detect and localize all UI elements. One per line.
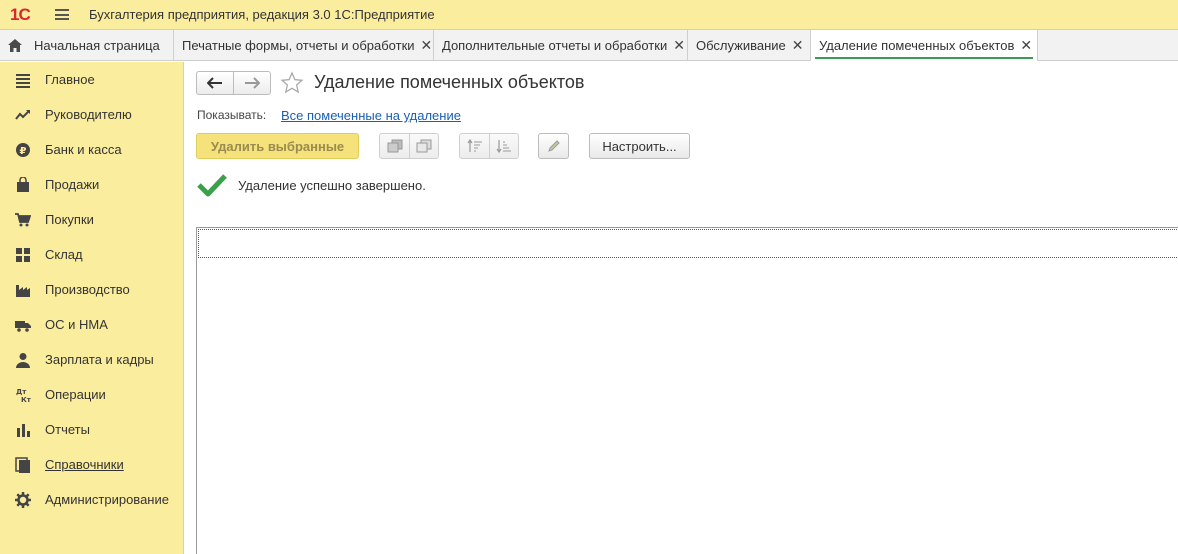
truck-icon — [15, 321, 31, 332]
sort-asc-icon — [467, 139, 482, 152]
favorite-star-icon[interactable] — [280, 71, 304, 95]
sidebar-item-label: Продажи — [45, 177, 100, 192]
bar-chart-icon — [17, 424, 30, 437]
svg-text:Дт: Дт — [16, 388, 27, 396]
sidebar-item-catalogs[interactable]: Справочники — [0, 447, 184, 482]
sidebar-item-label: Производство — [45, 282, 130, 297]
close-icon[interactable]: ✕ — [673, 37, 685, 54]
sidebar-item-manager[interactable]: Руководителю — [0, 97, 184, 132]
app-title: Бухгалтерия предприятия, редакция 3.0 1С… — [89, 7, 435, 22]
tab-label: Дополнительные отчеты и обработки — [442, 38, 668, 53]
sidebar-item-main[interactable]: Главное — [0, 62, 184, 97]
person-icon — [16, 353, 30, 368]
sidebar-item-label: Администрирование — [45, 492, 169, 507]
sort-descending-button[interactable] — [489, 134, 518, 158]
tab-bar: Начальная страница Печатные формы, отчет… — [0, 30, 1178, 61]
arrow-right-icon — [244, 77, 260, 89]
sidebar-item-reports[interactable]: Отчеты — [0, 412, 184, 447]
sort-ascending-button[interactable] — [460, 134, 489, 158]
copy-check-icon — [387, 139, 402, 153]
sort-desc-icon — [496, 140, 511, 153]
pencil-icon — [547, 140, 560, 152]
copy-uncheck-icon — [416, 139, 432, 153]
sidebar-item-label: Склад — [45, 247, 83, 262]
books-icon — [15, 457, 30, 473]
close-icon[interactable]: ✕ — [1020, 37, 1032, 54]
sidebar-item-label: Операции — [45, 387, 106, 402]
marked-objects-table[interactable] — [196, 227, 1178, 554]
sidebar: Главное Руководителю ₽ Банк и касса Прод… — [0, 62, 184, 554]
tab-maintenance[interactable]: Обслуживание ✕ — [688, 30, 811, 61]
tab-print-forms[interactable]: Печатные формы, отчеты и обработки ✕ — [174, 30, 434, 61]
sidebar-item-sales[interactable]: Продажи — [0, 167, 184, 202]
sidebar-item-label: Банк и касса — [45, 142, 122, 157]
sidebar-item-label: ОС и НМА — [45, 317, 108, 332]
sidebar-item-warehouse[interactable]: Склад — [0, 237, 184, 272]
table-row[interactable] — [198, 229, 1178, 258]
sidebar-item-label: Руководителю — [45, 107, 132, 122]
sidebar-item-fixed-assets[interactable]: ОС и НМА — [0, 307, 184, 342]
copy-check-button[interactable] — [380, 134, 409, 158]
sidebar-item-admin[interactable]: Администрирование — [0, 482, 184, 517]
title-bar: 1С Бухгалтерия предприятия, редакция 3.0… — [0, 0, 1178, 30]
gear-icon — [15, 492, 31, 508]
close-icon[interactable]: ✕ — [421, 37, 433, 54]
sort-button-group — [459, 133, 519, 159]
edit-button[interactable] — [538, 133, 569, 159]
sidebar-item-label: Справочники — [45, 457, 124, 472]
back-button[interactable] — [197, 72, 234, 94]
sidebar-item-label: Покупки — [45, 212, 94, 227]
history-navigation — [196, 71, 271, 95]
shopping-cart-icon — [15, 213, 31, 227]
sidebar-item-production[interactable]: Производство — [0, 272, 184, 307]
debit-credit-icon: ДтКт — [16, 388, 31, 403]
forward-button[interactable] — [234, 72, 271, 94]
sidebar-item-label: Главное — [45, 72, 95, 87]
show-label: Показывать: — [197, 108, 267, 122]
tab-label: Начальная страница — [34, 38, 160, 53]
close-icon[interactable]: ✕ — [792, 37, 804, 54]
tab-delete-marked[interactable]: Удаление помеченных объектов ✕ — [811, 30, 1038, 61]
sidebar-item-salary[interactable]: Зарплата и кадры — [0, 342, 184, 377]
ruble-coin-icon: ₽ — [16, 143, 30, 157]
trend-chart-icon — [15, 110, 30, 120]
delete-selected-button[interactable]: Удалить выбранные — [196, 133, 359, 159]
shopping-bag-icon — [17, 177, 29, 192]
settings-button[interactable]: Настроить... — [589, 133, 690, 159]
home-icon — [8, 39, 22, 52]
svg-text:₽: ₽ — [20, 146, 27, 157]
show-mode-link[interactable]: Все помеченные на удаление — [281, 108, 461, 123]
warehouse-grid-icon — [16, 248, 30, 262]
tab-home[interactable]: Начальная страница — [0, 30, 174, 61]
svg-text:Кт: Кт — [21, 396, 31, 403]
status-message: Удаление успешно завершено. — [238, 178, 426, 193]
success-check-icon — [197, 174, 227, 197]
sidebar-item-bank[interactable]: ₽ Банк и касса — [0, 132, 184, 167]
sidebar-item-label: Зарплата и кадры — [45, 352, 154, 367]
menu-lines-icon — [16, 74, 30, 88]
arrow-left-icon — [206, 77, 222, 89]
copy-uncheck-button[interactable] — [409, 134, 438, 158]
app-logo[interactable]: 1С — [10, 5, 44, 25]
page-title: Удаление помеченных объектов — [314, 72, 585, 92]
factory-icon — [16, 285, 30, 297]
tab-label: Обслуживание — [696, 38, 786, 53]
tab-label: Печатные формы, отчеты и обработки — [182, 38, 415, 53]
tab-label: Удаление помеченных объектов — [819, 38, 1015, 53]
sidebar-item-label: Отчеты — [45, 422, 90, 437]
copy-button-group — [379, 133, 439, 159]
main-content: Удаление помеченных объектов Показывать:… — [185, 62, 1178, 554]
sidebar-item-purchases[interactable]: Покупки — [0, 202, 184, 237]
main-menu-icon[interactable] — [55, 9, 69, 20]
tab-additional-reports[interactable]: Дополнительные отчеты и обработки ✕ — [434, 30, 688, 61]
active-tab-indicator — [815, 57, 1033, 59]
sidebar-item-operations[interactable]: Дт Кт Операции — [0, 377, 184, 412]
